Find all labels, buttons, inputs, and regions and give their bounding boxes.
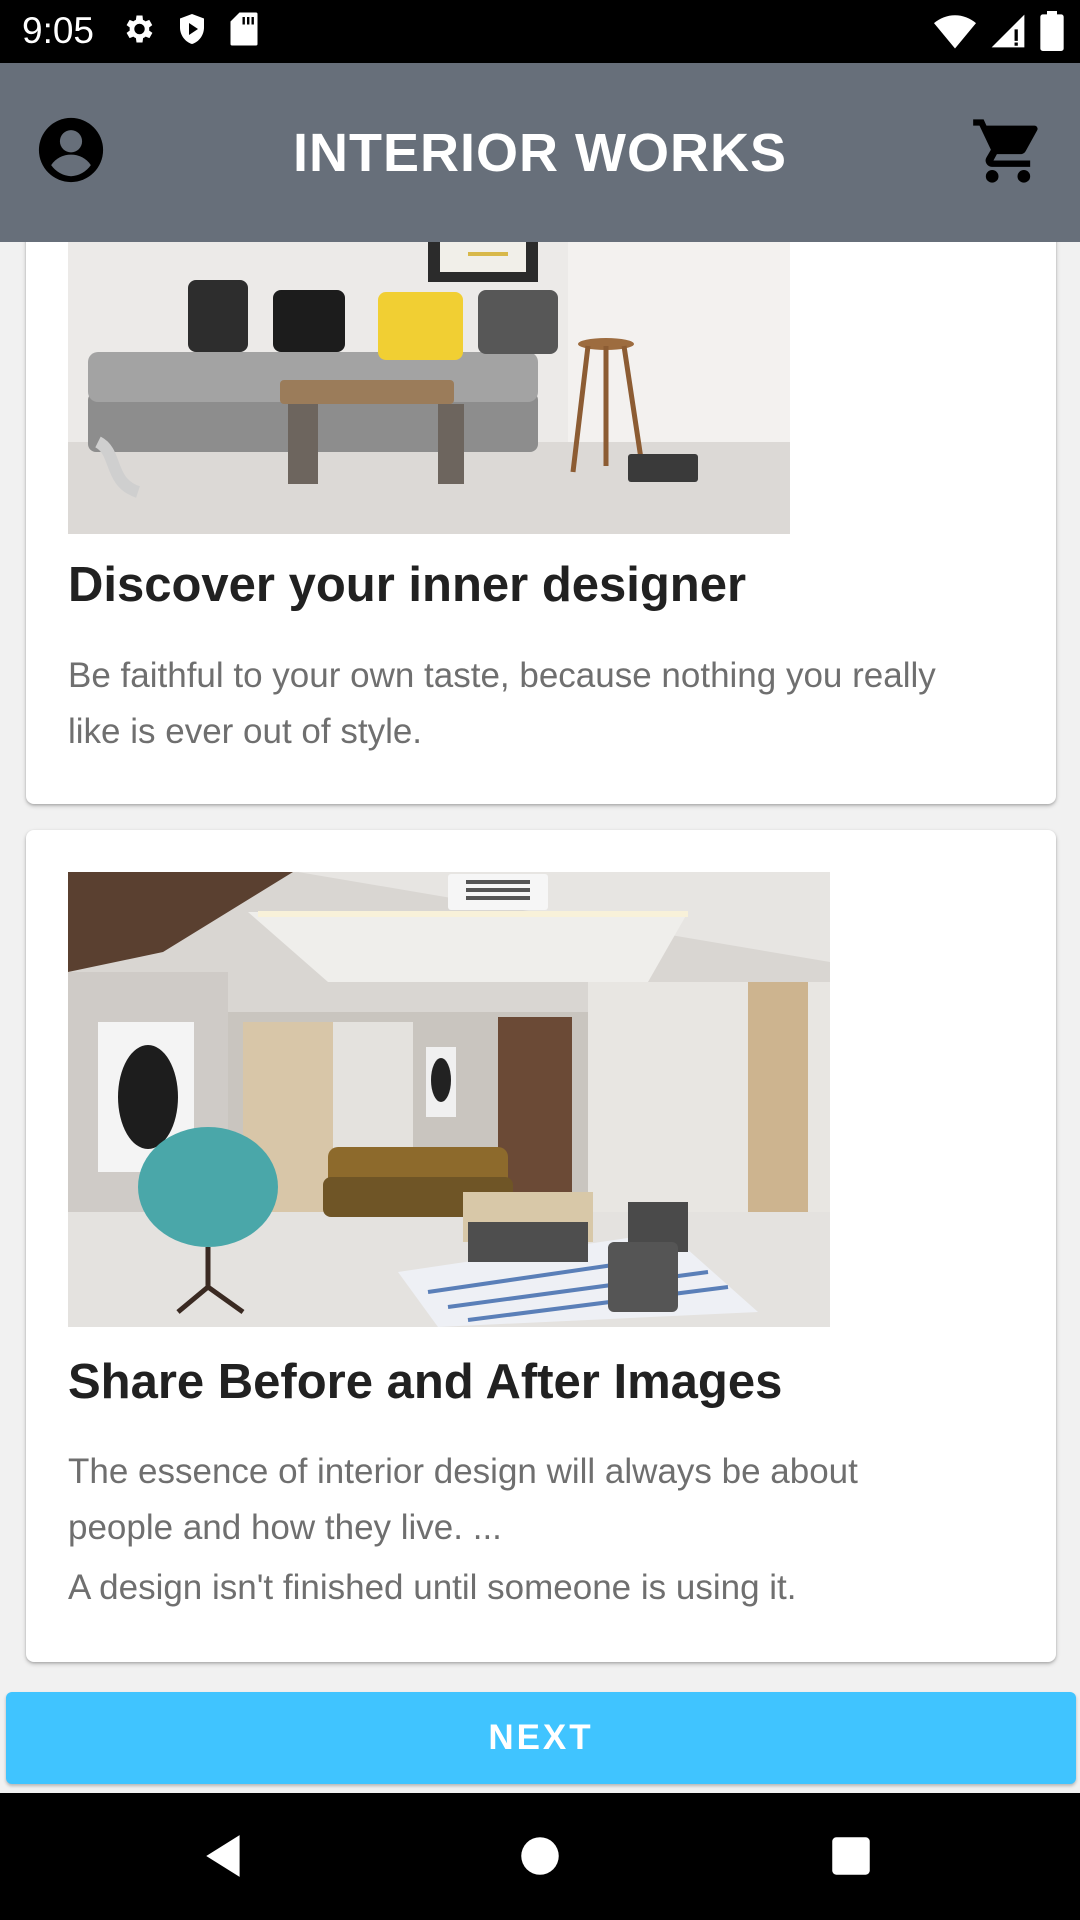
status-bar: 9:05 xyxy=(0,0,1080,63)
play-protect-icon xyxy=(174,11,210,47)
card-description-line: people and how they live. ... xyxy=(68,1508,502,1547)
card-description-line: The essence of interior design will alwa… xyxy=(68,1452,858,1491)
card-description-line: A design isn't finished until someone is… xyxy=(68,1568,797,1607)
battery-icon xyxy=(1040,11,1064,51)
app-title: INTERIOR WORKS xyxy=(293,123,787,183)
card-list[interactable]: Discover your inner designer Be faithful… xyxy=(0,242,1080,1793)
card-description: Be faithful to your own taste, because n… xyxy=(68,648,1008,760)
settings-icon xyxy=(120,11,156,47)
recents-icon[interactable] xyxy=(826,1831,876,1881)
card-title: Share Before and After Images xyxy=(68,1355,783,1409)
shopping-cart-icon[interactable] xyxy=(970,113,1046,189)
living-room-sofa-photo xyxy=(68,242,790,534)
status-icons-right xyxy=(934,11,1064,51)
home-icon[interactable] xyxy=(515,1831,565,1881)
wifi-icon xyxy=(934,11,976,51)
card-description-line: like is ever out of style. xyxy=(68,712,423,751)
signal-icon xyxy=(990,11,1026,51)
app-bar: INTERIOR WORKS xyxy=(0,63,1080,242)
back-icon[interactable] xyxy=(200,1831,250,1881)
modern-living-room-photo xyxy=(68,872,830,1327)
content-card[interactable]: Share Before and After Images The essenc… xyxy=(26,830,1056,1662)
app-screen: 9:05 INTERIOR WORKS Discover your inner … xyxy=(0,0,1080,1920)
card-title: Discover your inner designer xyxy=(68,558,747,612)
navigation-bar xyxy=(0,1793,1080,1920)
status-time: 9:05 xyxy=(22,10,95,51)
card-description-line: Be faithful to your own taste, because n… xyxy=(68,656,936,695)
sd-card-icon xyxy=(228,11,260,47)
content-card[interactable]: Discover your inner designer Be faithful… xyxy=(26,242,1056,804)
status-icons-left xyxy=(120,11,260,47)
next-button[interactable]: NEXT xyxy=(6,1692,1076,1784)
card-description: The essence of interior design will alwa… xyxy=(68,1444,1008,1616)
